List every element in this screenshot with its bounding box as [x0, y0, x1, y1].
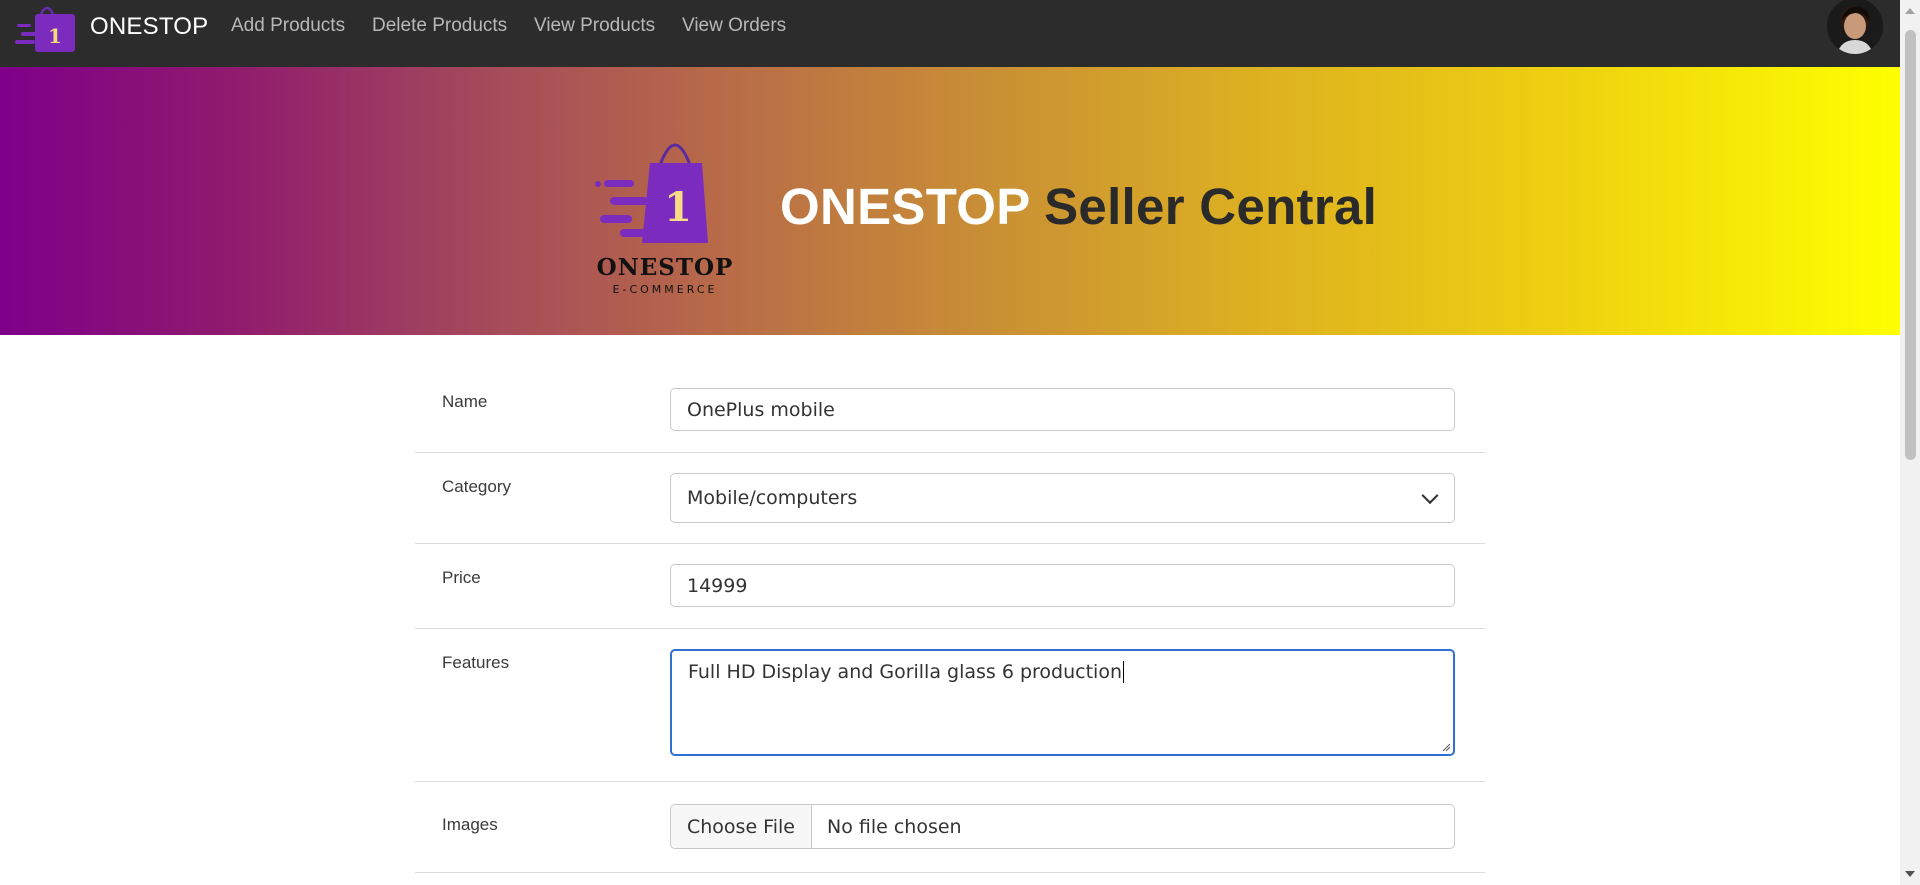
top-navbar: 1 ONESTOP Add Products Delete Products V… [0, 0, 1900, 67]
file-status-text: No file chosen [826, 815, 962, 838]
features-textarea-value: Full HD Display and Gorilla glass 6 prod… [688, 661, 1122, 683]
price-input-value: 14999 [687, 574, 748, 597]
features-textarea[interactable]: Full HD Display and Gorilla glass 6 prod… [670, 649, 1455, 756]
form-row-price: Price 14999 [415, 544, 1485, 629]
svg-text:1: 1 [664, 184, 692, 231]
choose-file-button[interactable]: Choose File [671, 805, 812, 848]
price-label: Price [442, 568, 481, 587]
form-row-category: Category Mobile/computers [415, 453, 1485, 544]
page-title: ONESTOP Seller Central [780, 177, 1377, 236]
form-row-features: Features Full HD Display and Gorilla gla… [415, 629, 1485, 782]
svg-text:E-COMMERCE: E-COMMERCE [613, 283, 718, 296]
price-input[interactable]: 14999 [670, 564, 1455, 607]
images-label: Images [442, 815, 498, 834]
form-row-name: Name OnePlus mobile [415, 335, 1485, 453]
svg-text:ONESTOP: ONESTOP [597, 254, 734, 281]
category-select[interactable]: Mobile/computers [670, 473, 1455, 523]
nav-view-products[interactable]: View Products [534, 15, 655, 37]
nav-delete-products[interactable]: Delete Products [372, 15, 507, 37]
svg-text:1: 1 [48, 24, 62, 48]
name-label: Name [442, 392, 488, 411]
form-row-images: Images Choose File No file chosen [415, 782, 1485, 873]
page-title-suffix: Seller Central [1029, 178, 1378, 235]
images-file-input[interactable]: Choose File No file chosen [670, 804, 1455, 849]
page-title-brand: ONESTOP [780, 178, 1030, 235]
onestop-ecommerce-logo: 1 ONESTOP E-COMMERCE [595, 143, 734, 296]
user-avatar[interactable] [1827, 0, 1883, 54]
category-label: Category [442, 477, 511, 496]
scroll-up-arrow-icon[interactable] [1905, 8, 1915, 14]
resize-grip-icon[interactable] [1441, 742, 1451, 752]
features-label: Features [442, 653, 510, 672]
scroll-down-arrow-icon[interactable] [1905, 871, 1915, 877]
brand-title[interactable]: ONESTOP [90, 13, 208, 41]
nav-add-products[interactable]: Add Products [231, 15, 345, 37]
page-scrollbar[interactable] [1900, 0, 1920, 885]
user-avatar-icon [1827, 0, 1883, 54]
hero-banner: 1 ONESTOP E-COMMERCE ONESTOP Seller Cent… [0, 67, 1900, 335]
name-input-value: OnePlus mobile [687, 398, 835, 421]
scroll-thumb[interactable] [1905, 30, 1916, 460]
name-input[interactable]: OnePlus mobile [670, 388, 1455, 431]
text-cursor [1123, 661, 1124, 683]
nav-view-orders[interactable]: View Orders [682, 15, 786, 37]
onestop-logo-icon[interactable]: 1 [13, 0, 79, 56]
category-select-value: Mobile/computers [687, 487, 858, 509]
chevron-down-icon [1421, 487, 1439, 505]
